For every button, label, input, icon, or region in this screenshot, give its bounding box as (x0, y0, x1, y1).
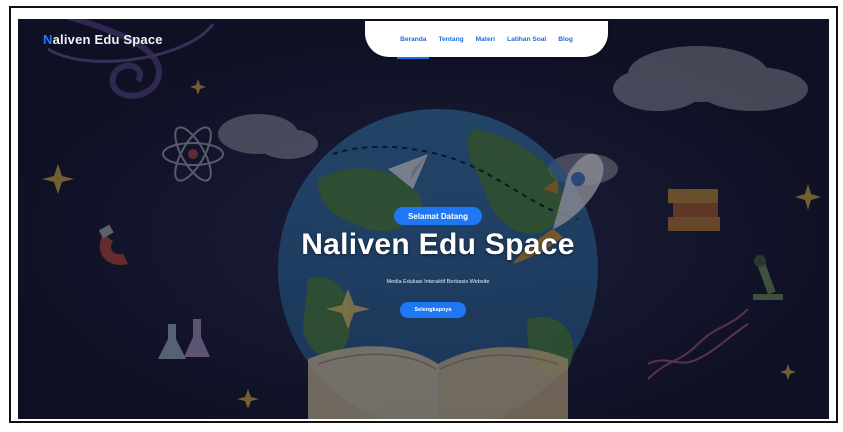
nav-item-blog[interactable]: Blog (557, 34, 574, 45)
hero-title: Naliven Edu Space (301, 228, 575, 261)
nav-item-tentang[interactable]: Tentang (437, 34, 464, 45)
hero-section: Naliven Edu Space Beranda Tentang Materi… (18, 19, 829, 419)
nav-item-materi[interactable]: Materi (475, 34, 496, 45)
brand-name: aliven Edu Space (52, 32, 163, 47)
learn-more-button[interactable]: Selengkapnya (400, 302, 466, 318)
welcome-badge: Selamat Datang (394, 207, 482, 225)
hero-subtitle: Media Edukasi Interaktif Berbasis Websit… (386, 279, 490, 285)
main-navigation: Beranda Tentang Materi Latihan Soal Blog (365, 21, 608, 59)
nav-item-latihan-soal[interactable]: Latihan Soal (506, 34, 547, 45)
brand-first-letter: N (43, 32, 53, 47)
brand-logo[interactable]: Naliven Edu Space (43, 32, 163, 47)
nav-item-beranda[interactable]: Beranda (397, 34, 430, 59)
